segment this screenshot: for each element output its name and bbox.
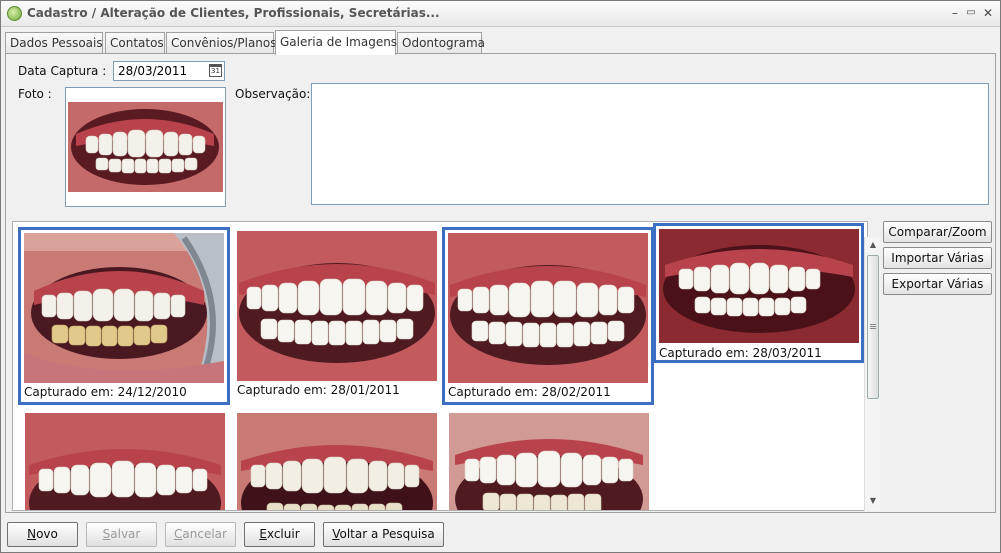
back-to-search-button[interactable]: Voltar a Pesquisa [323,522,444,547]
gallery-item[interactable] [445,409,657,510]
gallery-photo [449,413,649,510]
scroll-thumb[interactable] [867,255,879,399]
cancel-button[interactable]: Cancelar [165,522,236,547]
photo-preview[interactable] [65,87,226,207]
delete-button-mnemonic: E [259,527,267,541]
tab-dados-pessoais[interactable]: Dados Pessoais [5,32,103,54]
tab-convenios-planos[interactable]: Convênios/Planos [166,32,277,54]
maximize-icon[interactable]: ▭ [964,6,978,20]
calendar-icon[interactable]: 31 [209,64,222,77]
gallery-panel: Data Captura : 28/03/2011 31 Foto : Obse… [5,53,996,513]
delete-button-label: xcluir [266,527,300,541]
main-window: Cadastro / Alteração de Clientes, Profis… [0,0,1001,553]
gallery-photo [448,233,648,383]
close-icon[interactable]: ✕ [981,6,995,20]
photo-label: Foto : [18,87,52,101]
gallery-caption: Capturado em: 28/01/2011 [237,383,400,397]
compare-zoom-button[interactable]: Comparar/Zoom [883,221,992,243]
gallery-item[interactable]: Capturado em: 24/12/2010 [18,227,230,405]
scroll-down-arrow-icon[interactable]: ▼ [865,493,881,509]
new-button[interactable]: Novo [7,522,78,547]
new-button-label: ovo [36,527,58,541]
new-button-mnemonic: N [27,527,37,541]
gallery-caption: Capturado em: 28/02/2011 [448,385,611,399]
tab-odontograma[interactable]: Odontograma [397,32,485,54]
gallery-photo [24,233,224,383]
gallery-item[interactable]: Capturado em: 28/02/2011 [442,227,654,405]
gallery-item[interactable]: Capturado em: 28/03/2011 [653,223,864,363]
cancel-button-label: ancelar [182,527,227,541]
scroll-up-arrow-icon[interactable]: ▲ [865,237,881,253]
grip-line [870,328,876,329]
save-button-label: alvar [110,527,141,541]
export-multiple-button[interactable]: Exportar Várias [883,273,992,295]
grip-line [870,326,876,327]
gallery-item[interactable] [233,409,445,510]
gallery-photo [659,229,859,343]
back-button-label: oltar a Pesquisa [339,527,435,541]
tab-galeria-de-imagens[interactable]: Galeria de Imagens [275,30,397,55]
gallery-item[interactable] [21,409,233,510]
back-button-mnemonic: V [332,527,340,541]
tab-contatos[interactable]: Contatos [105,32,165,54]
gallery-photo [237,231,437,381]
observation-textarea[interactable] [311,83,989,205]
title-bar[interactable]: Cadastro / Alteração de Clientes, Profis… [1,1,1000,27]
gallery-item[interactable]: Capturado em: 28/01/2011 [233,227,445,405]
photo-preview-image [66,88,225,206]
date-capture-field[interactable]: 28/03/2011 31 [113,61,225,81]
image-gallery[interactable]: Capturado em: 24/12/2010 Capturado em: 2… [12,221,868,511]
gallery-photo [237,413,437,510]
gallery-caption: Capturado em: 24/12/2010 [24,385,187,399]
gallery-caption: Capturado em: 28/03/2011 [659,346,822,360]
gallery-scrollbar[interactable]: ▲ ▼ [864,237,880,511]
observation-label: Observação: [235,87,311,101]
delete-button[interactable]: Excluir [244,522,315,547]
date-capture-label: Data Captura : [18,64,107,78]
minimize-icon[interactable]: – [948,6,962,20]
tooth-app-icon [7,6,22,21]
import-multiple-button[interactable]: Importar Várias [883,247,992,269]
gallery-photo [25,413,225,510]
grip-line [870,324,876,325]
date-capture-value: 28/03/2011 [118,64,188,78]
save-button[interactable]: Salvar [86,522,157,547]
window-title: Cadastro / Alteração de Clientes, Profis… [27,6,440,20]
